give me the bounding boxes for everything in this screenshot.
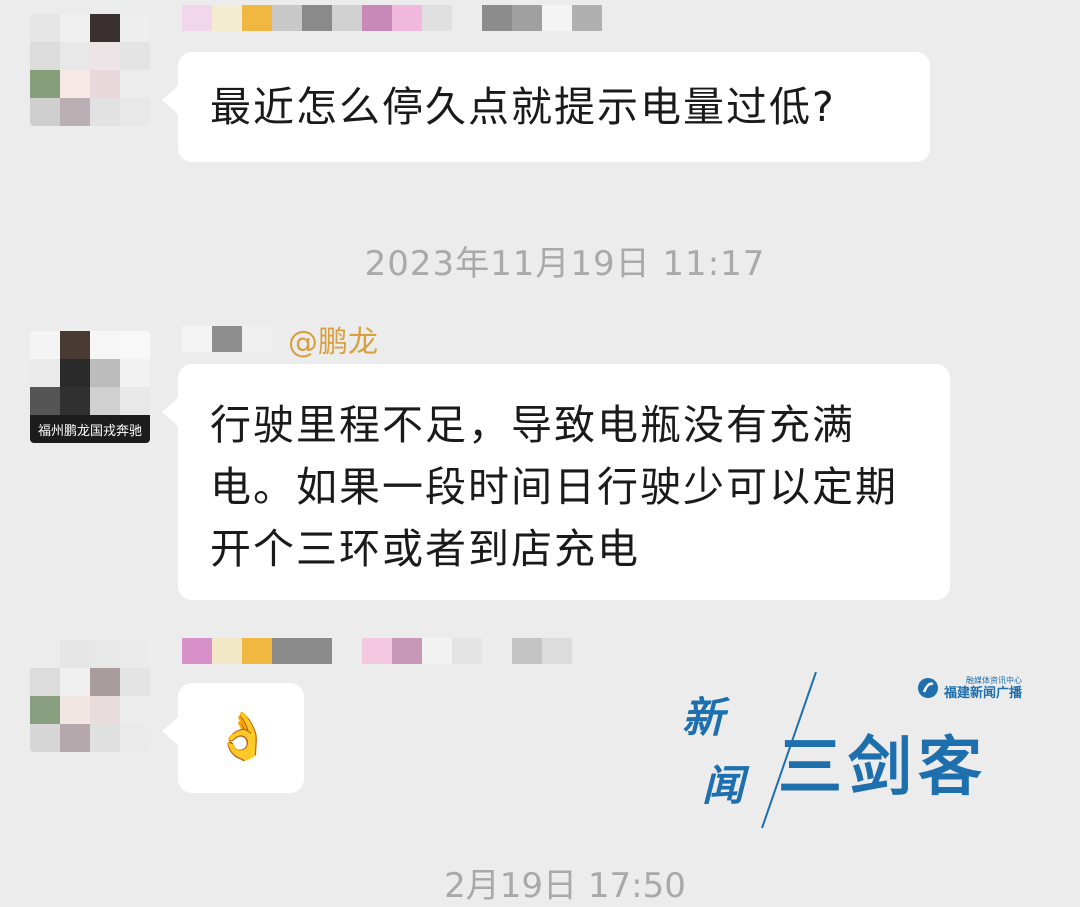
- watermark-brand-name: 福建新闻广播: [944, 685, 1023, 701]
- watermark-char-wen: 闻: [702, 761, 745, 810]
- watermark-brand-sub: 融媒体资讯中心: [966, 675, 1023, 685]
- radio-logo-icon: [918, 678, 938, 698]
- message-text: 最近怎么停久点就提示电量过低?: [210, 83, 836, 131]
- message-text: 行驶里程不足，导致电瓶没有充满电。如果一段时间日行驶少可以定期开个三环或者到店充…: [210, 401, 898, 573]
- timestamp-partial: 2月19日 17:50: [444, 866, 686, 906]
- avatar[interactable]: [30, 14, 150, 126]
- avatar-caption: 福州鹏龙国戎奔驰: [37, 424, 142, 439]
- watermark-logo: 新 闻 三剑客 融媒体资讯中心 福建新闻广播: [680, 672, 1050, 832]
- ok-hand-emoji-icon: 👌: [214, 709, 274, 763]
- message-bubble[interactable]: 👌: [162, 683, 304, 793]
- sender-name-redacted: [182, 3, 602, 33]
- timestamp: 2023年11月19日 11:17: [364, 244, 766, 284]
- mention-tag[interactable]: @鹏龙: [288, 317, 378, 361]
- message-bubble[interactable]: 最近怎么停久点就提示电量过低?: [162, 52, 930, 162]
- watermark-brand: 融媒体资讯中心 福建新闻广播: [916, 676, 1022, 700]
- watermark-title: 三剑客: [778, 730, 988, 805]
- avatar[interactable]: [30, 640, 150, 752]
- watermark-char-xin: 新: [682, 693, 725, 742]
- avatar[interactable]: 福州鹏龙国戎奔驰: [30, 331, 150, 443]
- sender-row: @鹏龙: [182, 324, 378, 360]
- sender-name-redacted: [182, 636, 572, 666]
- message-bubble[interactable]: 行驶里程不足，导致电瓶没有充满电。如果一段时间日行驶少可以定期开个三环或者到店充…: [162, 364, 950, 600]
